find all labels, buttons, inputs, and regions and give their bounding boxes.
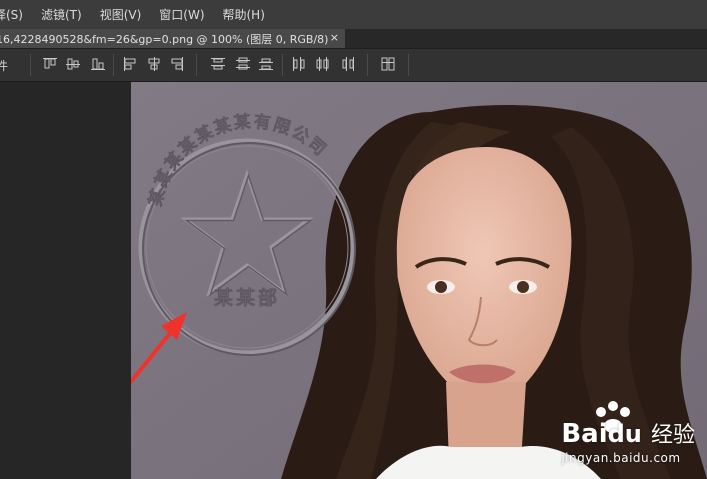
align-vertical-centers-icon[interactable] — [65, 56, 81, 72]
options-divider — [408, 54, 409, 76]
watermark-url: jingyan.baidu.com — [561, 451, 681, 465]
options-divider — [113, 54, 114, 76]
options-divider — [30, 54, 31, 76]
watermark-logo-cn: 经验 — [650, 423, 695, 448]
options-divider — [196, 54, 197, 76]
menu-item-filter[interactable]: 滤镜(T) — [32, 6, 91, 23]
options-divider — [367, 54, 368, 76]
watermark-logo: Bai — [561, 419, 608, 449]
menu-item-view[interactable]: 视图(V) — [91, 6, 151, 23]
options-divider — [282, 54, 283, 76]
align-right-edges-icon[interactable] — [169, 56, 185, 72]
options-label: 件 — [0, 59, 9, 73]
distribute-vertical-centers-icon[interactable] — [235, 56, 251, 72]
distribute-top-edges-icon[interactable] — [210, 56, 226, 72]
distribute-right-edges-icon[interactable] — [340, 56, 356, 72]
document-tab-bar: 16,4228490528&fm=26&gp=0.png @ 100% (图层 … — [0, 29, 707, 49]
menu-item-help[interactable]: 帮助(H) — [214, 6, 274, 23]
close-icon[interactable]: × — [330, 31, 339, 44]
auto-align-layers-icon[interactable] — [380, 56, 396, 72]
align-horizontal-centers-icon[interactable] — [146, 56, 162, 72]
align-top-edges-icon[interactable] — [42, 56, 58, 72]
baidu-watermark: Baidu 经验 jingyan.baidu.com — [561, 419, 695, 465]
document-canvas[interactable]: 某某某某某某某有限公司 某某部 Baidu 经验 jingyan.baidu.c… — [131, 82, 707, 479]
distribute-left-edges-icon[interactable] — [291, 56, 307, 72]
distribute-horizontal-centers-icon[interactable] — [315, 56, 331, 72]
distribute-bottom-edges-icon[interactable] — [258, 56, 274, 72]
menu-bar: 择(S) 滤镜(T) 视图(V) 窗口(W) 帮助(H) — [0, 0, 707, 30]
menu-item-window[interactable]: 窗口(W) — [150, 6, 213, 23]
tools-panel-area — [0, 82, 131, 479]
options-bar: 件 — [0, 49, 707, 82]
document-tab[interactable]: 16,4228490528&fm=26&gp=0.png @ 100% (图层 … — [0, 29, 345, 48]
stamp-bottom-text: 某某部 — [214, 286, 280, 309]
menu-item-select[interactable]: 择(S) — [0, 6, 32, 23]
document-tab-label: 16,4228490528&fm=26&gp=0.png @ 100% (图层 … — [0, 32, 329, 46]
align-bottom-edges-icon[interactable] — [90, 56, 106, 72]
align-left-edges-icon[interactable] — [122, 56, 138, 72]
